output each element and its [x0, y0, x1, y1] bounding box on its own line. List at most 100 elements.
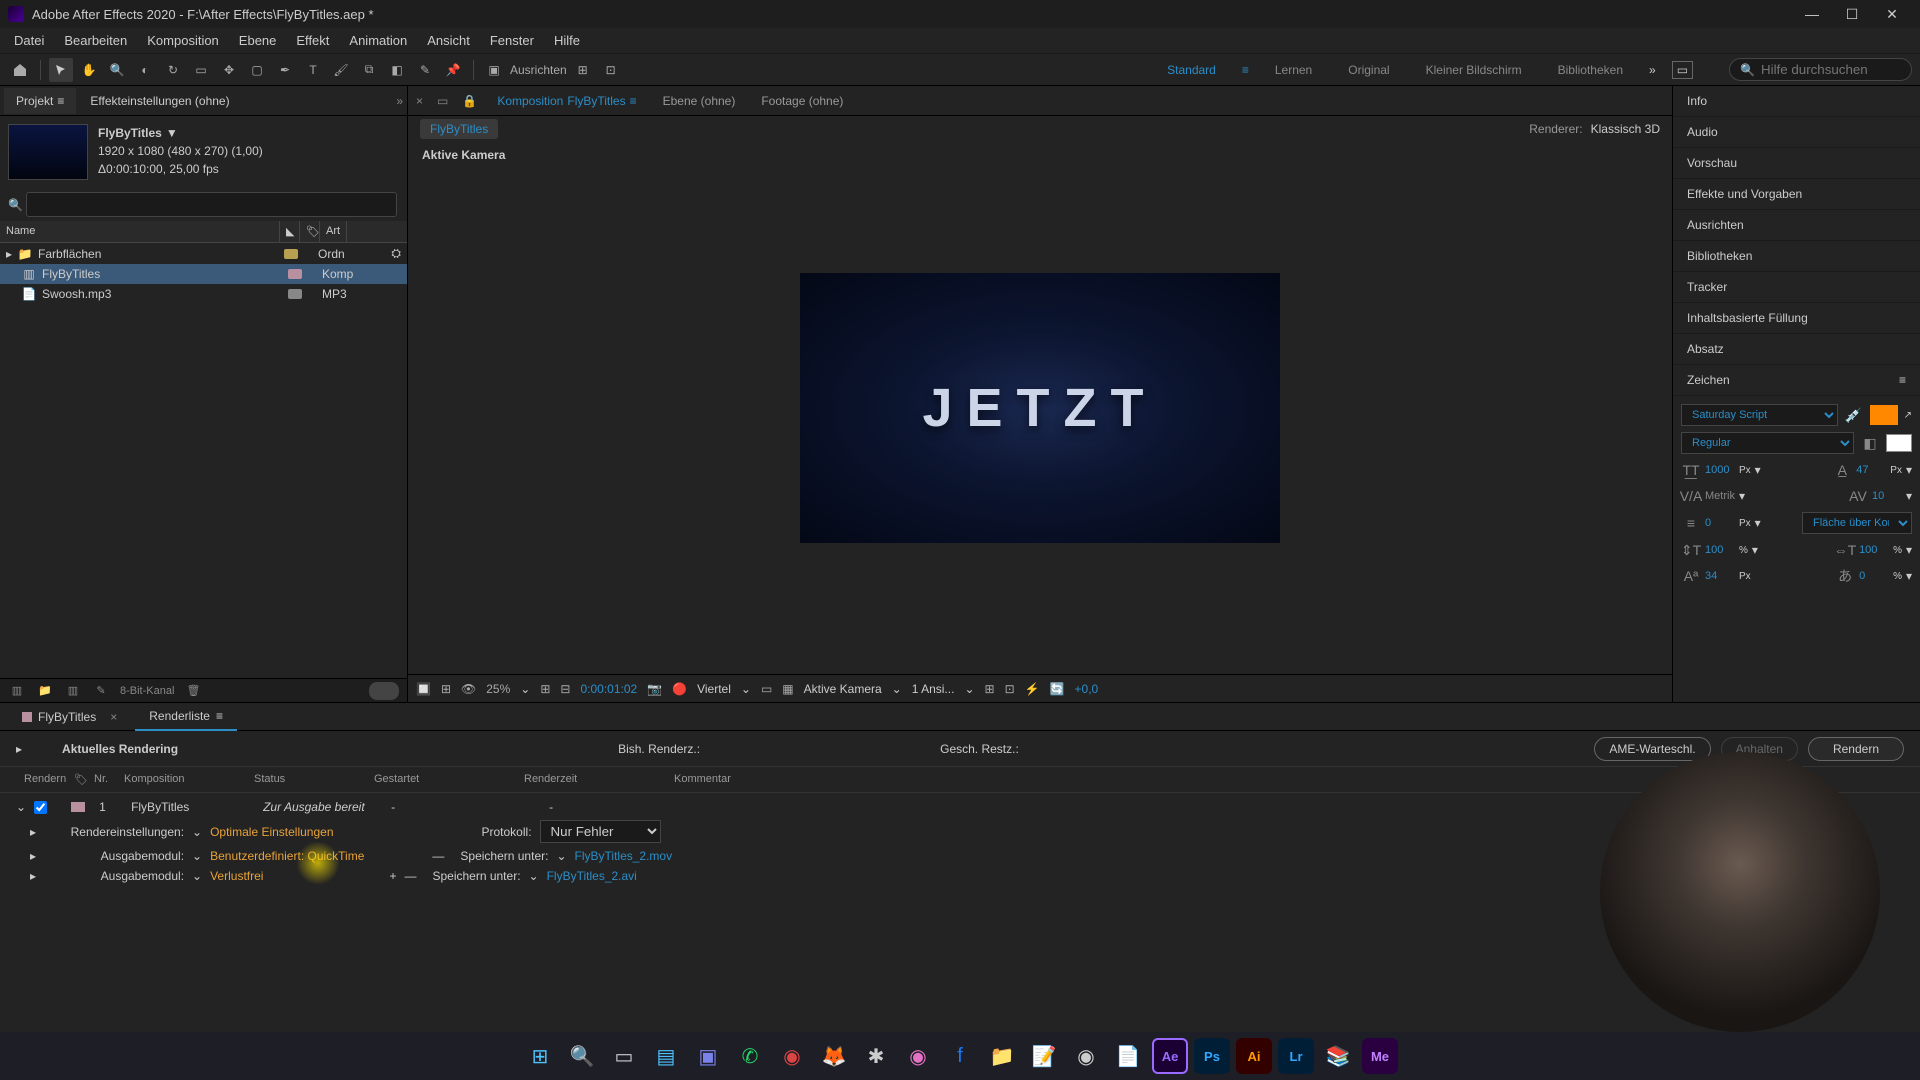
roto-tool[interactable]: ✎ [413, 58, 437, 82]
twirl-icon[interactable]: ▸ [16, 742, 22, 756]
render-settings-link[interactable]: Optimale Einstellungen [210, 825, 333, 839]
swap-colors-icon[interactable]: ↗ [1904, 410, 1912, 421]
composition-viewer[interactable]: Aktive Kamera JETZT [408, 142, 1672, 674]
workspace-libraries[interactable]: Bibliotheken [1548, 59, 1633, 81]
viewer-close-icon[interactable]: × [416, 94, 423, 108]
project-item-audio[interactable]: 📄 Swoosh.mp3 MP3 [0, 284, 407, 304]
renderer-value[interactable]: Klassisch 3D [1591, 122, 1660, 136]
panel-character[interactable]: Zeichen ≡ [1673, 365, 1920, 396]
label-icon[interactable] [288, 289, 302, 299]
messenger-icon[interactable]: ◉ [900, 1038, 936, 1074]
clone-tool[interactable]: ⧉ [357, 58, 381, 82]
output-path-link[interactable]: FlyByTitles_2.mov [575, 849, 673, 863]
tab-timeline[interactable]: FlyByTitles × [8, 704, 131, 730]
save-dropdown-icon[interactable]: ⌄ [529, 869, 539, 883]
menu-window[interactable]: Fenster [480, 29, 544, 52]
output-module-link[interactable]: Verlustfrei [210, 869, 263, 883]
eraser-tool[interactable]: ◧ [385, 58, 409, 82]
task-view-button[interactable]: ▭ [606, 1038, 642, 1074]
illustrator-icon[interactable]: Ai [1236, 1038, 1272, 1074]
3d-icon[interactable]: 🔄 [1050, 682, 1065, 696]
toggle-icon[interactable] [369, 682, 399, 700]
help-search-input[interactable] [1761, 62, 1901, 77]
workspace-original[interactable]: Original [1338, 59, 1399, 81]
home-button[interactable] [8, 58, 32, 82]
workspace-standard[interactable]: Standard [1157, 59, 1226, 81]
viewer-lock-icon[interactable]: 🔒 [462, 94, 477, 108]
save-dropdown-icon[interactable]: ⌄ [556, 849, 566, 863]
menu-effect[interactable]: Effekt [286, 29, 339, 52]
output-dropdown-icon[interactable]: ⌄ [192, 849, 202, 863]
drop-icon[interactable]: ▾ [1906, 569, 1912, 583]
hscale[interactable]: 100 [1859, 544, 1889, 556]
channel-icon[interactable]: 🔴 [672, 682, 687, 696]
close-button[interactable]: ✕ [1872, 2, 1912, 26]
obs-icon[interactable]: ◉ [1068, 1038, 1104, 1074]
folder-icon[interactable]: 📁 [984, 1038, 1020, 1074]
menu-composition[interactable]: Komposition [137, 29, 229, 52]
tracking[interactable]: 10 [1872, 490, 1902, 502]
camera-tool[interactable]: ▭ [189, 58, 213, 82]
hand-tool[interactable]: ✋ [77, 58, 101, 82]
search-button[interactable]: 🔍 [564, 1038, 600, 1074]
label-icon[interactable] [284, 249, 298, 259]
explorer-icon[interactable]: ▤ [648, 1038, 684, 1074]
trash-icon[interactable]: 🗑 [184, 682, 202, 700]
app-icon[interactable]: ◉ [774, 1038, 810, 1074]
menu-file[interactable]: Datei [4, 29, 54, 52]
drop-icon[interactable]: ▾ [1739, 489, 1745, 503]
rect-tool[interactable]: ▢ [245, 58, 269, 82]
workspace-learn[interactable]: Lernen [1265, 59, 1322, 81]
project-item-folder[interactable]: ▸ 📁 Farbflächen Ordn ⛭ [0, 243, 407, 264]
view-dropdown[interactable]: Aktive Kamera [804, 682, 882, 696]
selection-tool[interactable] [49, 58, 73, 82]
exposure[interactable]: +0,0 [1075, 682, 1099, 696]
panel-libraries[interactable]: Bibliotheken [1673, 241, 1920, 272]
resolution-dropdown[interactable]: Viertel [697, 682, 731, 696]
comp-thumbnail[interactable] [8, 124, 88, 180]
stroke-width[interactable]: 0 [1705, 517, 1735, 529]
drop-icon[interactable]: ▾ [1906, 463, 1912, 477]
panel-audio[interactable]: Audio [1673, 117, 1920, 148]
tsume[interactable]: 0 [1859, 570, 1889, 582]
remove-output-icon[interactable]: — [432, 849, 444, 863]
col-comment[interactable]: Kommentar [666, 771, 739, 788]
breadcrumb[interactable]: FlyByTitles [420, 119, 498, 139]
whatsapp-icon[interactable]: ✆ [732, 1038, 768, 1074]
font-size[interactable]: 1000 [1705, 464, 1735, 476]
col-comp[interactable]: Komposition [116, 771, 246, 788]
brush-tool[interactable]: 🖌 [329, 58, 353, 82]
firefox-icon[interactable]: 🦊 [816, 1038, 852, 1074]
col-label-icon[interactable]: ◣ [280, 221, 300, 242]
panel-paragraph[interactable]: Absatz [1673, 334, 1920, 365]
zoom-level[interactable]: 25% [486, 682, 510, 696]
view-drop-icon[interactable]: ⌄ [892, 682, 902, 696]
start-button[interactable]: ⊞ [522, 1038, 558, 1074]
twirl-icon[interactable]: ▸ [30, 849, 36, 863]
comp-dropdown-icon[interactable]: ▼ [166, 124, 178, 142]
share-icon[interactable]: ⊞ [985, 682, 995, 696]
twirl-icon[interactable]: ▸ [30, 869, 36, 883]
col-status[interactable]: Status [246, 771, 366, 788]
snap-toggle[interactable]: ▣ [482, 58, 506, 82]
res-dropdown-icon[interactable]: ⌄ [741, 682, 751, 696]
rotate-tool[interactable]: ↻ [161, 58, 185, 82]
col-tag-icon[interactable]: 🏷 [66, 771, 86, 788]
safe-zones-icon[interactable]: ⊞ [441, 682, 451, 696]
app-icon[interactable]: 📚 [1320, 1038, 1356, 1074]
minimize-button[interactable]: — [1792, 2, 1832, 26]
panel-tracker[interactable]: Tracker [1673, 272, 1920, 303]
notes-icon[interactable]: 📝 [1026, 1038, 1062, 1074]
workspace-menu-icon[interactable]: ≡ [1242, 63, 1249, 77]
panel-info[interactable]: Info [1673, 86, 1920, 117]
drop-icon[interactable]: ▾ [1755, 516, 1761, 530]
notepad-icon[interactable]: 📄 [1110, 1038, 1146, 1074]
tab-composition[interactable]: Komposition FlyByTitles ≡ [491, 90, 642, 112]
snap-options[interactable]: ⊞ [571, 58, 595, 82]
project-item-comp[interactable]: ▥ FlyByTitles Komp [0, 264, 407, 284]
grid-icon[interactable]: ⊞ [540, 682, 550, 696]
twirl-icon[interactable]: ▸ [6, 247, 12, 261]
close-tab-icon[interactable]: × [110, 710, 117, 724]
project-search-input[interactable] [26, 192, 397, 217]
render-item-row[interactable]: ⌄ 1 FlyByTitles Zur Ausgabe bereit - - [16, 797, 1904, 817]
